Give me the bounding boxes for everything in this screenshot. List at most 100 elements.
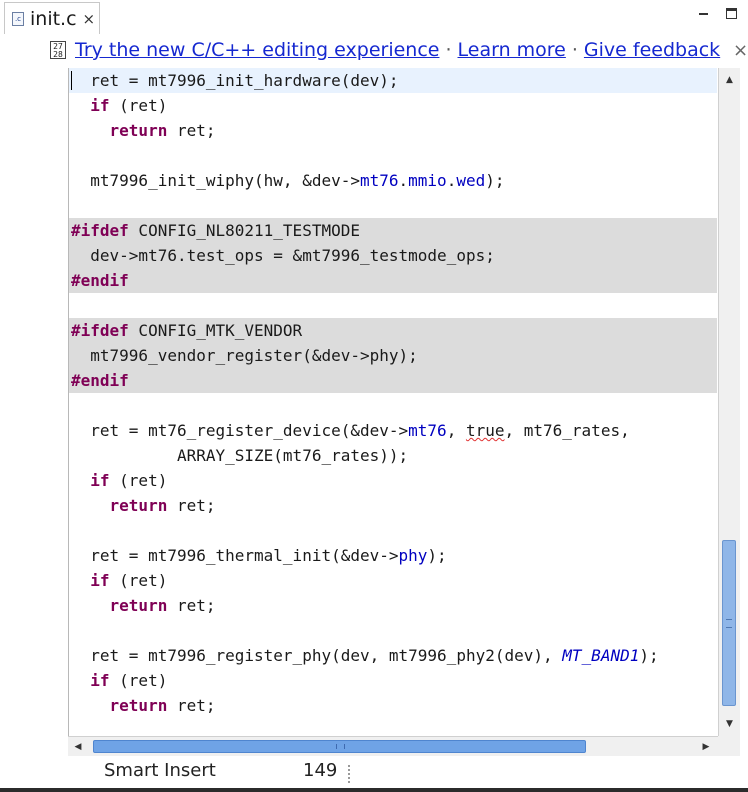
code-line[interactable]: return ret; (69, 118, 717, 143)
tab-close-icon[interactable]: × (83, 10, 96, 28)
code-line[interactable]: ARRAY_SIZE(mt76_rates)); (69, 443, 717, 468)
field-token: mt76 (408, 421, 447, 440)
code-line[interactable]: dev->mt76.test_ops = &mt7996_testmode_op… (69, 243, 717, 268)
code-token: ret; (167, 696, 216, 715)
keyword-token: return (109, 596, 168, 615)
code-editor[interactable]: ret = mt7996_init_hardware(dev); if (ret… (68, 68, 719, 736)
code-line[interactable] (69, 618, 717, 643)
code-line[interactable]: #endif (69, 268, 717, 293)
code-line[interactable] (69, 293, 717, 318)
editor-gutter[interactable] (0, 68, 68, 736)
code-line[interactable]: return ret; (69, 593, 717, 618)
keyword-token: return (109, 496, 168, 515)
code-line[interactable]: ret = mt7996_thermal_init(&dev->phy); (69, 543, 717, 568)
code-line[interactable] (69, 718, 717, 736)
keyword-token: if (90, 471, 110, 490)
grip-icon (726, 619, 732, 628)
code-line[interactable]: if (ret) (69, 468, 717, 493)
keyword-token: #endif (71, 271, 129, 290)
status-bar: Smart Insert 149 (0, 756, 748, 792)
code-line[interactable]: return ret; (69, 693, 717, 718)
code-line[interactable]: ret = mt7996_init_hardware(dev); (69, 68, 717, 93)
insert-mode-status[interactable]: Smart Insert (104, 760, 216, 781)
code-token: ret; (167, 121, 216, 140)
code-token: . (398, 171, 409, 190)
scroll-left-icon[interactable]: ◀ (70, 737, 86, 757)
code-line[interactable] (69, 393, 717, 418)
code-line[interactable] (69, 143, 717, 168)
code-line[interactable]: mt7996_vendor_register(&dev->phy); (69, 343, 717, 368)
code-token: ret = mt7996_thermal_init(&dev-> (71, 546, 399, 565)
editor-notification-bar: 27 28 Try the new C/C++ editing experienc… (0, 34, 748, 68)
keyword-token: #endif (71, 371, 129, 390)
code-token: ); (639, 646, 659, 665)
maximize-icon[interactable] (726, 8, 737, 19)
code-text-area[interactable]: ret = mt7996_init_hardware(dev); if (ret… (69, 68, 717, 736)
code-line[interactable] (69, 193, 717, 218)
learn-more-link[interactable]: Learn more (458, 39, 566, 61)
vertical-scrollbar[interactable]: ▲ ▼ (718, 68, 740, 736)
cursor-position-status: 149 (303, 760, 338, 781)
try-new-editor-link[interactable]: Try the new C/C++ editing experience (75, 39, 439, 61)
code-line[interactable]: #ifdef CONFIG_NL80211_TESTMODE (69, 218, 717, 243)
keyword-token: if (90, 671, 110, 690)
code-line[interactable]: if (ret) (69, 93, 717, 118)
grip-icon (336, 744, 345, 749)
code-line[interactable]: if (ret) (69, 668, 717, 693)
close-icon[interactable]: × (733, 40, 748, 61)
vertical-scroll-thumb[interactable] (722, 540, 736, 706)
code-token: mt7996_vendor_register(&dev->phy); (71, 346, 418, 365)
separator: · (571, 39, 578, 61)
minimize-icon[interactable] (698, 8, 709, 19)
horizontal-scroll-thumb[interactable] (93, 740, 586, 753)
keyword-token: #ifdef (71, 321, 129, 340)
field-token: mmio (408, 171, 447, 190)
field-token: mt76 (359, 171, 399, 190)
scroll-right-icon[interactable]: ▶ (698, 737, 714, 757)
code-token: (ret) (109, 571, 168, 590)
tab-init-c[interactable]: .c init.c × (4, 2, 100, 34)
field-token: wed (456, 171, 486, 190)
calendar-icon: 27 28 (50, 41, 66, 59)
code-token: ); (485, 171, 505, 190)
code-token: ret = mt76_register_device(&dev-> (71, 421, 409, 440)
code-token: ret; (167, 496, 216, 515)
code-line[interactable]: return ret; (69, 493, 717, 518)
c-source-file-icon: .c (12, 11, 24, 26)
code-token: (ret) (109, 471, 168, 490)
code-token: (ret) (109, 96, 168, 115)
code-token: dev->mt76.test_ops = &mt7996_testmode_op… (71, 246, 495, 265)
scrollbar-corner (718, 736, 740, 756)
code-line[interactable]: ret = mt7996_register_phy(dev, mt7996_ph… (69, 643, 717, 668)
code-token: (ret) (109, 671, 168, 690)
give-feedback-link[interactable]: Give feedback (584, 39, 720, 61)
code-token: , (446, 421, 466, 440)
code-token: ARRAY_SIZE(mt76_rates)); (71, 446, 409, 465)
code-line[interactable]: #ifdef CONFIG_MTK_VENDOR (69, 318, 717, 343)
scroll-up-icon[interactable]: ▲ (719, 72, 740, 88)
code-line[interactable]: ret = mt76_register_device(&dev->mt76, t… (69, 418, 717, 443)
status-separator (348, 765, 352, 783)
code-token: CONFIG_MTK_VENDOR (128, 321, 303, 340)
scroll-down-icon[interactable]: ▼ (719, 716, 740, 732)
code-line[interactable]: mt7996_init_wiphy(hw, &dev->mt76.mmio.we… (69, 168, 717, 193)
window-border (0, 788, 748, 792)
editor-tab-bar: .c init.c × (0, 0, 748, 34)
code-token: ret = mt7996_init_hardware(dev); (90, 71, 399, 90)
code-line[interactable]: if (ret) (69, 568, 717, 593)
horizontal-scrollbar[interactable]: ◀ ▶ (68, 736, 718, 756)
code-line[interactable] (69, 518, 717, 543)
code-line[interactable]: #endif (69, 368, 717, 393)
